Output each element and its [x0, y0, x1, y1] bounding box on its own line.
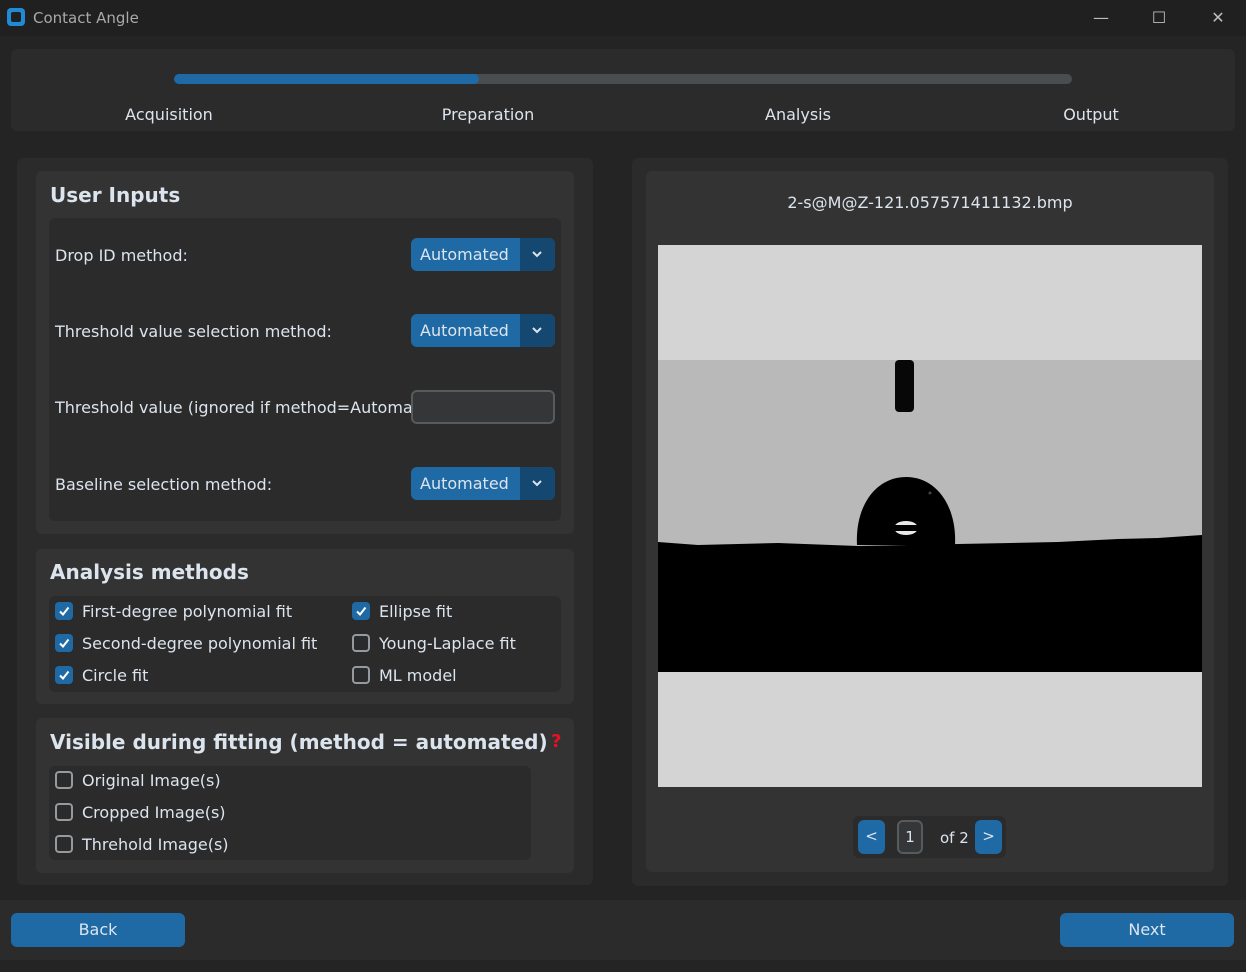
step-acquisition: Acquisition [125, 105, 213, 124]
step-preparation: Preparation [441, 105, 535, 124]
threshold-method-value: Automated [420, 321, 509, 340]
second-degree-fit-checkbox[interactable] [55, 634, 73, 652]
step-output: Output [1063, 105, 1119, 124]
second-degree-fit-label: Second-degree polynomial fit [82, 634, 318, 653]
image-filename: 2-s@M@Z-121.057571411132.bmp [787, 193, 1073, 212]
progress-bar [174, 74, 1072, 84]
chevron-down-icon[interactable] [520, 314, 555, 347]
droplet-image [658, 245, 1202, 787]
threshold-method-dropdown[interactable]: Automated [411, 314, 555, 347]
back-button[interactable]: Back [11, 913, 185, 947]
title-bar: Contact Angle — ☐ ✕ [0, 0, 1246, 36]
next-button[interactable]: Next [1060, 913, 1234, 947]
app-icon [7, 8, 25, 26]
visible-fitting-title: Visible during fitting (method = automat… [50, 730, 548, 754]
circle-fit-checkbox[interactable] [55, 666, 73, 684]
threshold-method-label: Threshold value selection method: [55, 322, 332, 341]
cropped-images-label: Cropped Image(s) [82, 803, 226, 822]
progress-bar-fill [174, 74, 480, 84]
progress-panel: Acquisition Preparation Analysis Output [11, 49, 1235, 131]
baseline-label: Baseline selection method: [55, 475, 273, 494]
minimize-button[interactable]: — [1078, 2, 1124, 34]
drop-id-label: Drop ID method: [55, 246, 188, 265]
baseline-value: Automated [420, 474, 509, 493]
baseline-dropdown[interactable]: Automated [411, 467, 555, 500]
ellipse-fit-checkbox[interactable] [352, 602, 370, 620]
checkmark-icon [356, 606, 367, 617]
threshold-images-checkbox[interactable] [55, 835, 73, 853]
chevron-down-icon[interactable] [520, 467, 555, 500]
chevron-down-icon[interactable] [520, 238, 555, 271]
user-inputs-title: User Inputs [50, 183, 181, 207]
original-images-label: Original Image(s) [82, 771, 221, 790]
cropped-images-checkbox[interactable] [55, 803, 73, 821]
young-laplace-fit-label: Young-Laplace fit [379, 634, 516, 653]
checkmark-icon [59, 638, 70, 649]
ml-model-checkbox[interactable] [352, 666, 370, 684]
drop-id-dropdown[interactable]: Automated [411, 238, 555, 271]
first-degree-fit-checkbox[interactable] [55, 602, 73, 620]
original-images-checkbox[interactable] [55, 771, 73, 789]
analysis-methods-title: Analysis methods [50, 560, 249, 584]
drop-id-value: Automated [420, 245, 509, 264]
page-number-input[interactable]: 1 [897, 820, 923, 854]
first-degree-fit-label: First-degree polynomial fit [82, 602, 293, 621]
step-analysis: Analysis [765, 105, 831, 124]
threshold-value-input[interactable] [411, 390, 555, 424]
ml-model-label: ML model [379, 666, 457, 685]
prev-image-button[interactable]: < [858, 820, 885, 854]
young-laplace-fit-checkbox[interactable] [352, 634, 370, 652]
circle-fit-label: Circle fit [82, 666, 149, 685]
help-icon[interactable]: ? [551, 731, 561, 752]
checkmark-icon [59, 670, 70, 681]
maximize-button[interactable]: ☐ [1136, 2, 1182, 34]
window-title: Contact Angle [33, 9, 139, 27]
checkmark-icon [59, 606, 70, 617]
threshold-value-label: Threshold value (ignored if method=Autom… [55, 398, 451, 417]
threshold-images-label: Threhold Image(s) [82, 835, 229, 854]
close-button[interactable]: ✕ [1195, 2, 1241, 34]
ellipse-fit-label: Ellipse fit [379, 602, 453, 621]
next-image-button[interactable]: > [975, 820, 1002, 854]
page-count: of 2 [940, 829, 969, 847]
